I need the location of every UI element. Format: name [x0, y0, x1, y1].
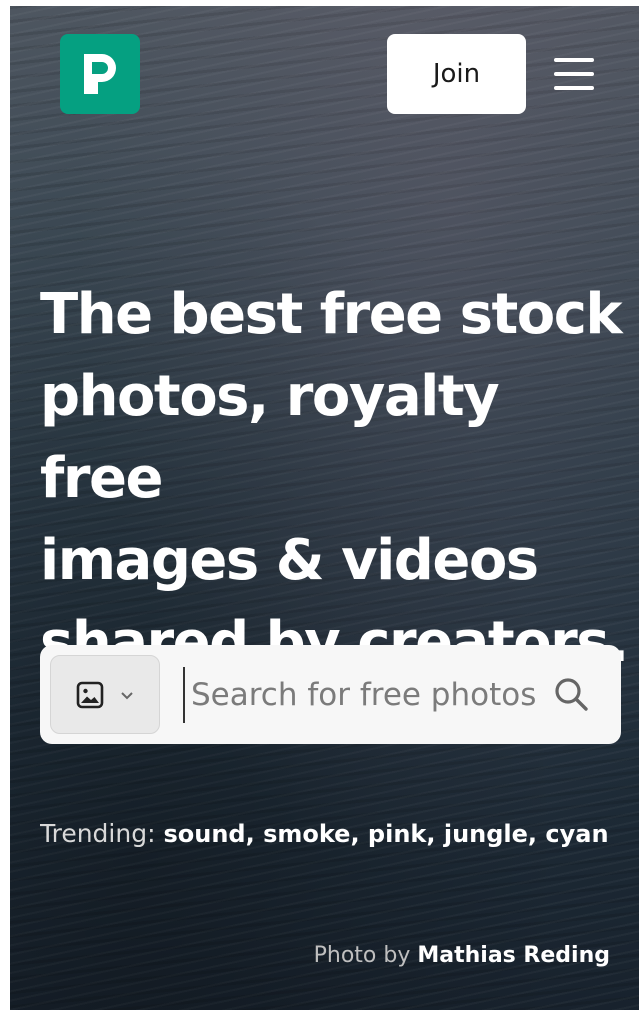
credit-prefix: Photo by — [313, 943, 411, 968]
photo-credit: Photo by Mathias Reding — [314, 943, 610, 968]
trending-label: Trending: — [40, 819, 156, 848]
media-type-dropdown[interactable] — [50, 655, 160, 734]
hamburger-menu-icon[interactable] — [554, 58, 594, 90]
hero-section: Join The best free stock photos, royalty… — [10, 6, 639, 1010]
pexels-logo-icon[interactable] — [60, 34, 140, 114]
headline-line: The best free stock — [40, 282, 623, 347]
headline-line: photos, royalty free — [40, 364, 500, 511]
join-button[interactable]: Join — [387, 34, 526, 114]
search-input[interactable] — [183, 667, 538, 723]
chevron-down-icon — [121, 691, 133, 699]
search-bar — [40, 645, 621, 744]
credit-author-link[interactable]: Mathias Reding — [417, 943, 610, 968]
search-icon[interactable] — [550, 673, 594, 717]
logo-mark — [84, 54, 116, 94]
trending-searches: Trending: sound, smoke, pink, jungle, cy… — [40, 814, 625, 854]
trending-links[interactable]: sound, smoke, pink, jungle, cyan — [163, 820, 608, 848]
headline-line: images & videos — [40, 528, 539, 593]
image-icon — [76, 681, 104, 708]
hero-headline: The best free stock photos, royalty free… — [40, 274, 630, 684]
